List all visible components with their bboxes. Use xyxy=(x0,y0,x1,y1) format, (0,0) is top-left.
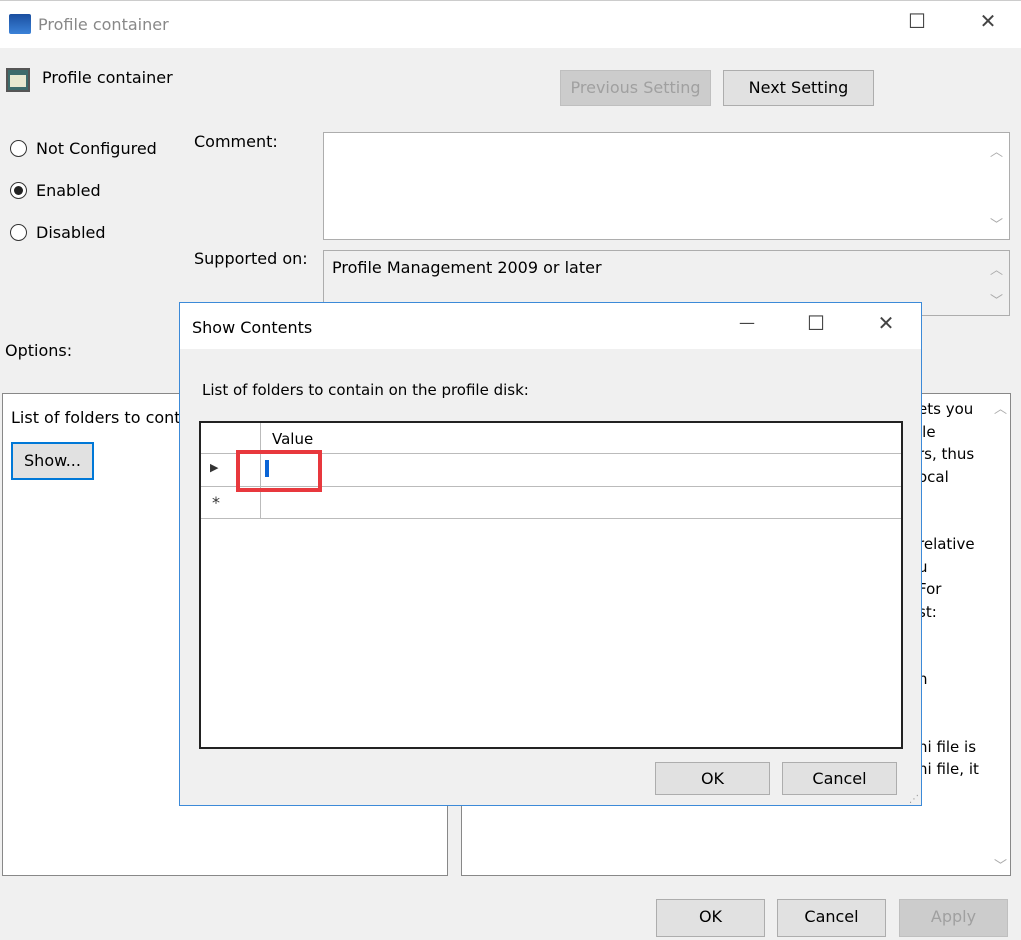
help-line xyxy=(918,646,979,669)
dialog-list-label: List of folders to contain on the profil… xyxy=(202,381,529,399)
help-line: rs, thus xyxy=(918,445,975,463)
options-list-label: List of folders to cont xyxy=(11,408,181,427)
scroll-down-icon[interactable]: ﹀ xyxy=(990,214,1003,233)
help-scroll-down-icon[interactable]: ﹀ xyxy=(994,855,1007,874)
close-button[interactable]: ✕ xyxy=(965,9,1011,33)
window-title: Profile container xyxy=(38,15,169,34)
policy-title: Profile container xyxy=(42,68,173,87)
comment-field[interactable]: ︿ ﹀ xyxy=(323,132,1010,240)
cancel-button[interactable]: Cancel xyxy=(777,899,886,937)
radio-label-not-configured[interactable]: Not Configured xyxy=(36,139,157,158)
ok-button[interactable]: OK xyxy=(656,899,765,937)
help-line: ocal xyxy=(918,467,949,486)
dialog-close-button[interactable]: ✕ xyxy=(863,311,909,335)
radio-label-enabled[interactable]: Enabled xyxy=(36,181,101,200)
radio-enabled[interactable] xyxy=(10,182,27,199)
dialog-title-bar: Show Contents — ☐ ✕ xyxy=(180,303,921,349)
help-line: ile xyxy=(918,422,936,441)
options-label: Options: xyxy=(5,341,73,360)
help-line: relative xyxy=(918,535,975,553)
help-line: st: xyxy=(918,602,937,621)
scroll-up-icon[interactable]: ︿ xyxy=(990,141,1003,160)
highlight-box xyxy=(236,450,322,492)
dialog-minimize-button[interactable]: — xyxy=(724,313,770,332)
help-line: ets you xyxy=(918,400,974,418)
scroll-up-icon[interactable]: ︿ xyxy=(990,259,1003,278)
dialog-maximize-button[interactable]: ☐ xyxy=(793,311,839,335)
next-setting-button[interactable]: Next Setting xyxy=(723,70,874,106)
policy-icon xyxy=(6,68,30,92)
dialog-title: Show Contents xyxy=(192,318,313,337)
resize-grip-icon[interactable]: ⋰ xyxy=(909,794,919,805)
apply-button[interactable]: Apply xyxy=(899,899,1008,937)
supported-label: Supported on: xyxy=(194,249,308,268)
radio-label-disabled[interactable]: Disabled xyxy=(36,223,106,242)
show-button[interactable]: Show... xyxy=(11,442,94,480)
help-scroll-up-icon[interactable]: ︿ xyxy=(994,398,1007,417)
maximize-button[interactable]: ☐ xyxy=(894,9,940,33)
dialog-cancel-button[interactable]: Cancel xyxy=(782,762,897,795)
comment-label: Comment: xyxy=(194,132,278,151)
app-icon xyxy=(9,14,31,34)
radio-disabled[interactable] xyxy=(10,224,27,241)
new-row-icon: * xyxy=(212,493,220,512)
show-contents-dialog: Show Contents — ☐ ✕ List of folders to c… xyxy=(179,302,922,806)
help-line xyxy=(918,691,979,714)
help-line xyxy=(918,713,979,736)
column-header-value[interactable]: Value xyxy=(272,430,313,448)
help-line xyxy=(918,511,979,534)
help-line xyxy=(918,488,979,511)
values-grid[interactable]: Value ▶ * xyxy=(199,421,903,749)
previous-setting-button[interactable]: Previous Setting xyxy=(560,70,711,106)
supported-value: Profile Management 2009 or later xyxy=(332,258,602,277)
help-text: ets you ile rs, thus ocal relative u For… xyxy=(918,398,979,781)
dialog-ok-button[interactable]: OK xyxy=(655,762,770,795)
help-line: ni file is xyxy=(918,737,977,756)
help-line: n xyxy=(918,670,928,688)
help-line: For xyxy=(918,580,942,598)
title-bar: Profile container ☐ ✕ xyxy=(0,0,1021,48)
help-line xyxy=(918,623,979,646)
help-line: ni file, it xyxy=(918,760,979,778)
radio-not-configured[interactable] xyxy=(10,140,27,157)
scroll-down-icon[interactable]: ﹀ xyxy=(990,290,1003,309)
current-row-icon: ▶ xyxy=(210,461,219,474)
help-line: u xyxy=(918,557,928,576)
